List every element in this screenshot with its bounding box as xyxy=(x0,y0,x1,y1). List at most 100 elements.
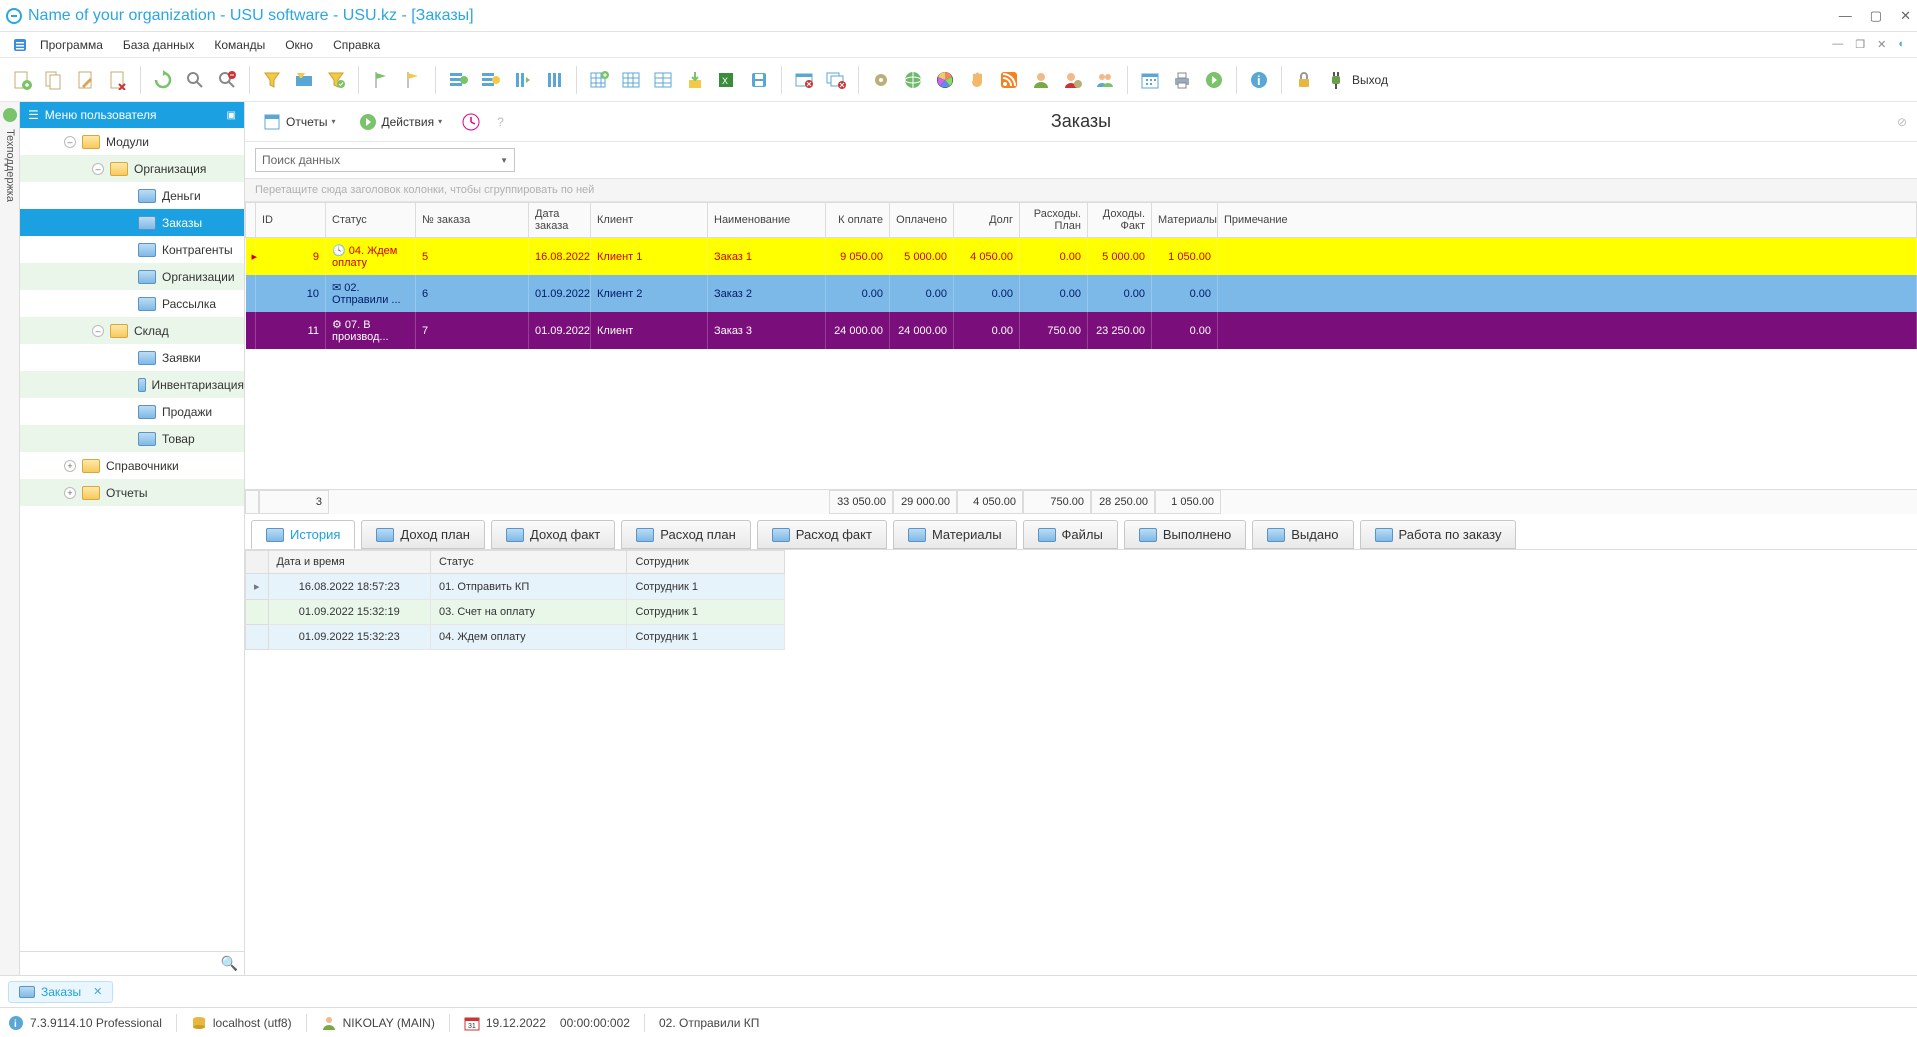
history-grid[interactable]: Дата и время Статус Сотрудник ▸16.08.202… xyxy=(245,550,1917,650)
search-combo[interactable]: Поиск данных ▼ xyxy=(255,148,515,172)
col-note[interactable]: Примечание xyxy=(1218,203,1917,238)
tree-reports[interactable]: +Отчеты xyxy=(20,479,244,506)
expander-icon[interactable]: – xyxy=(92,163,104,175)
table-row[interactable]: 01.09.2022 15:32:1903. Счет на оплатуСот… xyxy=(246,600,785,625)
tab-expense-plan[interactable]: Расход план xyxy=(621,520,751,549)
col-paid[interactable]: Оплачено xyxy=(890,203,954,238)
filter-clear-icon[interactable] xyxy=(322,66,350,94)
rss-icon[interactable] xyxy=(995,66,1023,94)
list-edit-icon[interactable] xyxy=(476,66,504,94)
page-help-icon[interactable]: ⊘ xyxy=(1897,115,1907,129)
expander-icon[interactable]: + xyxy=(64,487,76,499)
window-close-icon[interactable] xyxy=(790,66,818,94)
reports-button[interactable]: Отчеты▾ xyxy=(255,108,343,136)
tree-organizations[interactable]: Организации xyxy=(20,263,244,290)
mdi-restore-icon[interactable]: ❐ xyxy=(1855,38,1865,51)
tree-modules[interactable]: –Модули xyxy=(20,128,244,155)
list-add-icon[interactable] xyxy=(444,66,472,94)
tree-sales[interactable]: Продажи xyxy=(20,398,244,425)
edit-doc-icon[interactable] xyxy=(72,66,100,94)
minimize-icon[interactable]: — xyxy=(1839,8,1852,24)
table-add-icon[interactable] xyxy=(585,66,613,94)
tab-income-plan[interactable]: Доход план xyxy=(361,520,485,549)
support-strip[interactable]: Техподдержка xyxy=(0,102,20,975)
col-mat[interactable]: Материалы xyxy=(1152,203,1218,238)
sidebar-search-icon[interactable]: 🔍 xyxy=(221,955,238,972)
app-menu-icon[interactable] xyxy=(12,38,28,52)
info-icon[interactable]: i xyxy=(1245,66,1273,94)
col-status[interactable]: Статус xyxy=(326,203,416,238)
table-row[interactable]: ▸ 9 🕓 04. Ждем оплату 516.08.2022Клиент … xyxy=(246,238,1917,276)
col-exp[interactable]: Расходы. План xyxy=(1020,203,1088,238)
menu-database[interactable]: База данных xyxy=(115,35,202,55)
close-icon[interactable]: ✕ xyxy=(1900,8,1911,24)
mdi-close-icon[interactable]: ✕ xyxy=(1877,38,1886,51)
lock-icon[interactable] xyxy=(1290,66,1318,94)
tab-history[interactable]: История xyxy=(251,520,355,549)
users-icon[interactable] xyxy=(1091,66,1119,94)
expander-icon[interactable]: – xyxy=(92,325,104,337)
menu-window[interactable]: Окно xyxy=(277,35,321,55)
tree-warehouse[interactable]: –Склад xyxy=(20,317,244,344)
flag-yellow-icon[interactable] xyxy=(399,66,427,94)
expander-icon[interactable]: – xyxy=(64,136,76,148)
mdi-minimize-icon[interactable]: — xyxy=(1832,38,1843,51)
user-gear-icon[interactable] xyxy=(1059,66,1087,94)
table-row[interactable]: 10 ✉ 02. Отправили ... 601.09.2022Клиент… xyxy=(246,275,1917,312)
tab-work[interactable]: Работа по заказу xyxy=(1360,520,1517,549)
col-pay[interactable]: К оплате xyxy=(826,203,890,238)
refresh-icon[interactable] xyxy=(149,66,177,94)
globe-icon[interactable] xyxy=(899,66,927,94)
filter-icon[interactable] xyxy=(258,66,286,94)
tree-counterparties[interactable]: Контрагенты xyxy=(20,236,244,263)
table-row[interactable]: 11 ⚙ 07. В производ... 701.09.2022Клиент… xyxy=(246,312,1917,349)
table2-icon[interactable] xyxy=(649,66,677,94)
sidebar-collapse-icon[interactable]: ▣ xyxy=(227,110,236,121)
forward-icon[interactable] xyxy=(1200,66,1228,94)
import-icon[interactable] xyxy=(681,66,709,94)
search-icon[interactable] xyxy=(181,66,209,94)
task-close-icon[interactable]: ✕ xyxy=(93,985,102,998)
task-tab-orders[interactable]: Заказы ✕ xyxy=(8,981,113,1003)
copy-doc-icon[interactable] xyxy=(40,66,68,94)
export-excel-icon[interactable]: X xyxy=(713,66,741,94)
tab-income-fact[interactable]: Доход факт xyxy=(491,520,615,549)
user-icon[interactable] xyxy=(1027,66,1055,94)
maximize-icon[interactable]: ▢ xyxy=(1870,8,1882,24)
menu-program[interactable]: Программа xyxy=(32,35,111,55)
tree-mailing[interactable]: Рассылка xyxy=(20,290,244,317)
actions-button[interactable]: Действия▾ xyxy=(351,108,450,136)
table-row[interactable]: ▸16.08.2022 18:57:2301. Отправить КПСотр… xyxy=(246,574,785,600)
hand-icon[interactable] xyxy=(963,66,991,94)
clock-icon[interactable] xyxy=(457,108,485,136)
tree-orders[interactable]: Заказы xyxy=(20,209,244,236)
tree-directories[interactable]: +Справочники xyxy=(20,452,244,479)
tab-expense-fact[interactable]: Расход факт xyxy=(757,520,887,549)
gear-icon[interactable] xyxy=(867,66,895,94)
col-client[interactable]: Клиент xyxy=(591,203,708,238)
windows-close-all-icon[interactable] xyxy=(822,66,850,94)
orders-grid[interactable]: ID Статус № заказа Дата заказа Клиент На… xyxy=(245,202,1917,349)
tab-files[interactable]: Файлы xyxy=(1023,520,1118,549)
new-doc-icon[interactable] xyxy=(8,66,36,94)
calendar-icon[interactable] xyxy=(1136,66,1164,94)
list-config-icon[interactable] xyxy=(540,66,568,94)
tree-organization[interactable]: –Организация xyxy=(20,155,244,182)
tab-done[interactable]: Выполнено xyxy=(1124,520,1246,549)
tab-issued[interactable]: Выдано xyxy=(1252,520,1353,549)
search-clear-icon[interactable] xyxy=(213,66,241,94)
col-inc[interactable]: Доходы. Факт xyxy=(1088,203,1152,238)
save-disk-icon[interactable] xyxy=(745,66,773,94)
col-name[interactable]: Наименование xyxy=(708,203,826,238)
delete-doc-icon[interactable] xyxy=(104,66,132,94)
filter-save-icon[interactable] xyxy=(290,66,318,94)
expander-icon[interactable]: + xyxy=(64,460,76,472)
printer-icon[interactable] xyxy=(1168,66,1196,94)
col-debt[interactable]: Долг xyxy=(954,203,1020,238)
flag-green-icon[interactable] xyxy=(367,66,395,94)
list-move-icon[interactable] xyxy=(508,66,536,94)
plug-icon[interactable] xyxy=(1322,66,1350,94)
col-num[interactable]: № заказа xyxy=(416,203,529,238)
tree-money[interactable]: Деньги xyxy=(20,182,244,209)
exit-button[interactable]: Выход xyxy=(1354,66,1382,94)
